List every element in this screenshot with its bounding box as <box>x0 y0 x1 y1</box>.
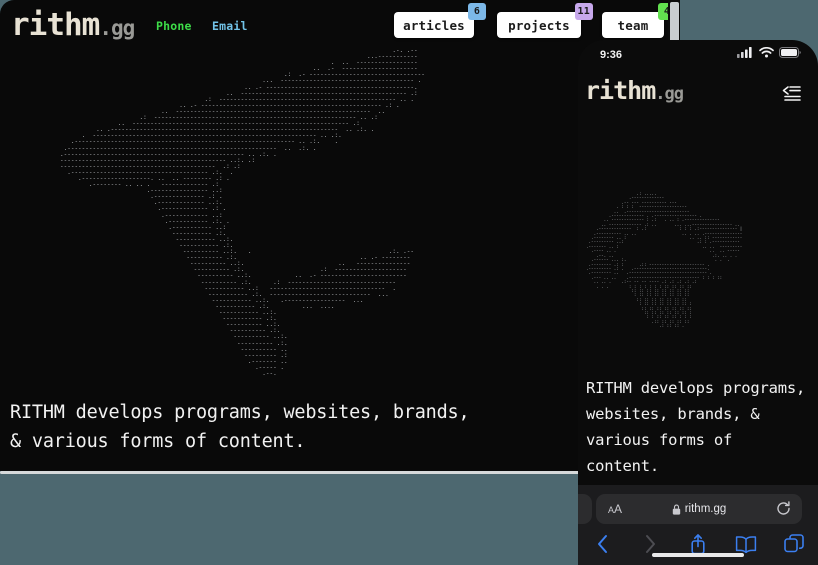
articles-button-label: articles <box>403 17 465 33</box>
projects-button-label: projects <box>508 17 570 33</box>
ascii-art-logo-desktop: .-. .-- ...----------- . .. ------------… <box>60 47 425 377</box>
brand-logo-name: rithm <box>11 7 100 43</box>
articles-button[interactable]: articles 6 <box>394 3 486 38</box>
collapse-menu-icon[interactable] <box>781 84 803 102</box>
phone-brand-logo[interactable]: rithm.gg <box>585 76 684 105</box>
nav-link-email[interactable]: Email <box>212 19 248 33</box>
tabs-icon <box>784 534 804 553</box>
home-indicator[interactable] <box>652 553 744 557</box>
phone-brand-logo-tld: .gg <box>655 84 684 104</box>
team-button-label: team <box>617 17 649 33</box>
text-size-button[interactable]: AA <box>608 502 622 516</box>
safari-address-bar[interactable]: AA rithm.gg <box>596 494 802 524</box>
safari-url-text: rithm.gg <box>596 503 802 515</box>
share-button[interactable] <box>674 533 722 555</box>
phone-brand-logo-name: rithm <box>585 76 656 105</box>
phone-status-bar: 9:36 <box>578 40 818 66</box>
team-button[interactable]: team 4 <box>602 3 676 38</box>
safari-previous-tab[interactable] <box>578 494 592 524</box>
back-button[interactable] <box>578 534 626 554</box>
bookmarks-icon <box>735 536 757 553</box>
articles-badge: 6 <box>468 3 486 20</box>
projects-button[interactable]: projects 11 <box>497 3 593 38</box>
status-bar-time: 9:36 <box>600 49 623 61</box>
hero-tagline-phone: RITHM develops programs, websites, brand… <box>586 379 806 475</box>
status-bar-icons <box>737 47 801 58</box>
reload-icon[interactable] <box>776 501 791 516</box>
cellular-signal-icon <box>737 47 752 58</box>
hero-tagline-line-2: & various forms of content. <box>10 431 306 452</box>
forward-button[interactable] <box>626 534 674 554</box>
hero-tagline-line-1: RITHM develops programs, websites, brand… <box>10 402 470 423</box>
safari-browser-chrome: AA rithm.gg <box>578 485 818 565</box>
brand-logo-tld: .gg <box>99 16 135 40</box>
lock-icon <box>672 504 680 515</box>
back-arrow-icon <box>597 535 607 553</box>
phone-mockup: 9:36 rithm.gg .: ..... .------------- .-… <box>578 40 818 565</box>
share-icon <box>691 534 705 555</box>
bookmarks-button[interactable] <box>722 535 770 553</box>
forward-arrow-icon <box>645 535 655 553</box>
hero-tagline-desktop: RITHM develops programs, websites, brand… <box>10 398 480 456</box>
nav-link-phone[interactable]: Phone <box>156 19 192 33</box>
safari-url-value: rithm.gg <box>684 503 727 515</box>
brand-logo[interactable]: rithm.gg <box>11 7 135 46</box>
battery-icon <box>779 47 801 58</box>
tabs-button[interactable] <box>770 534 818 554</box>
projects-badge: 11 <box>574 3 593 20</box>
text-size-label-large: A <box>614 502 623 516</box>
wifi-icon <box>759 47 774 58</box>
ascii-art-logo-phone: .: ..... .------------- .-- --- --------… <box>586 191 743 329</box>
